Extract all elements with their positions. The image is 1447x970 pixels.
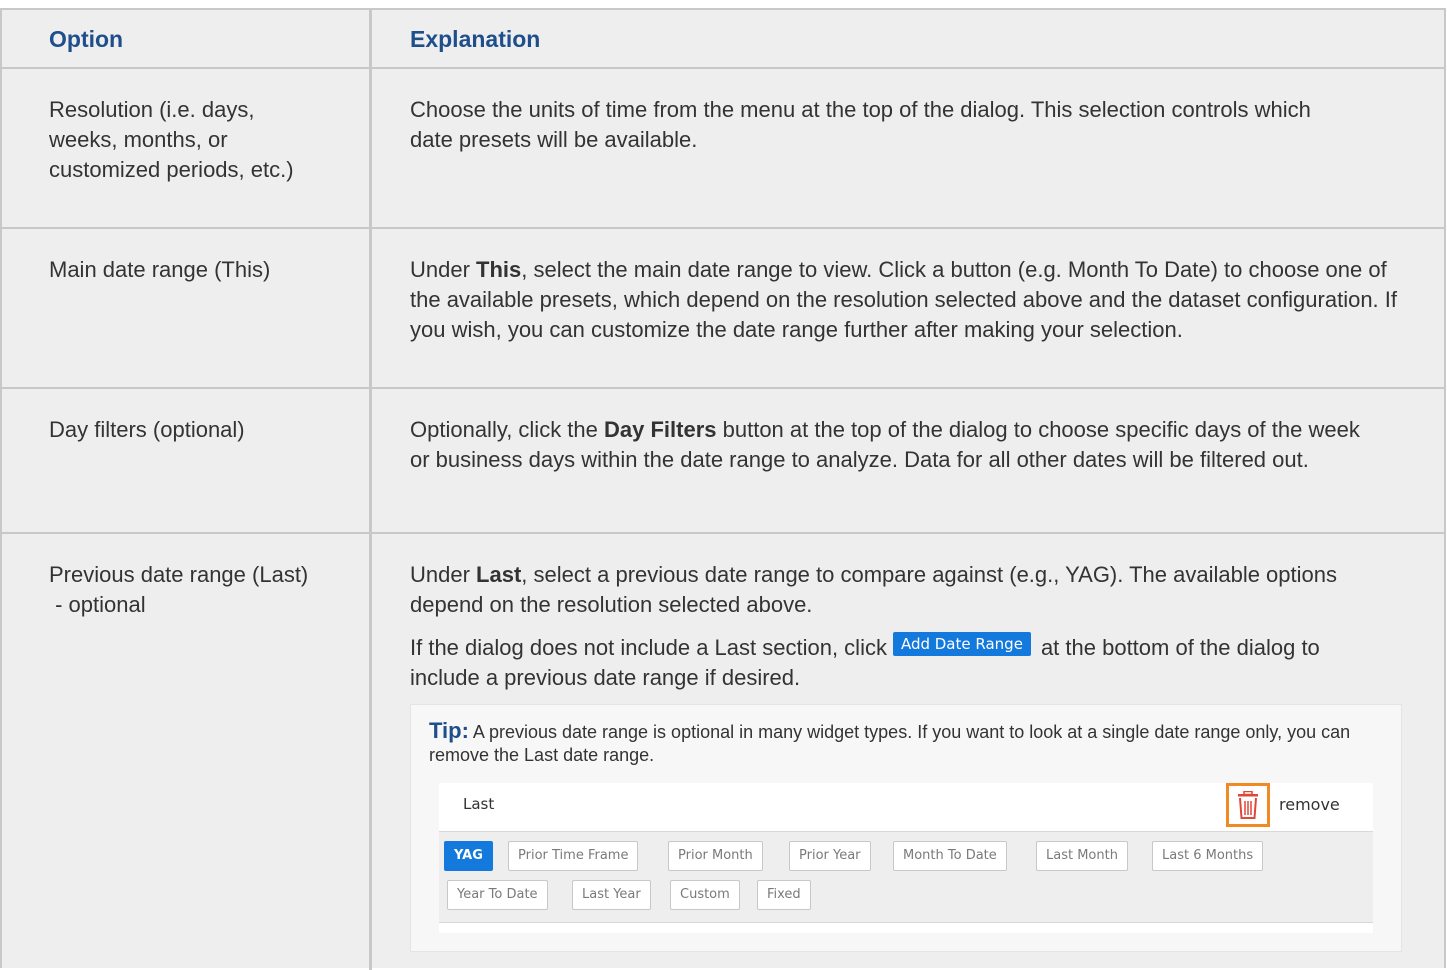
header-option: Option [49,26,124,52]
add-date-range-button[interactable]: Add Date Range [892,632,1031,656]
remove-highlight[interactable] [1226,783,1270,827]
options-table: Option Explanation Resolution (i.e. days… [0,8,1446,970]
preset-custom-button[interactable]: Custom [670,880,740,910]
explanation-previous-p1: Under Last, select a previous date range… [410,562,1337,617]
tip-label: Tip: [429,718,469,743]
option-previous-date-range: Previous date range (Last) - optional [49,560,309,620]
preset-prior-month-button[interactable]: Prior Month [668,841,763,871]
option-day-filters: Day filters (optional) [49,417,245,442]
option-resolution: Resolution (i.e. days, weeks, months, or… [49,97,294,182]
option-previous-line1: Previous date range (Last) [49,562,309,587]
preset-last-month-button[interactable]: Last Month [1036,841,1128,871]
explanation-day-filters: Optionally, click the Day Filters button… [410,417,1360,472]
preset-last-year-button[interactable]: Last Year [572,880,651,910]
last-section-screenshot: Last remove YAG Prior Time Frame Prior M… [439,783,1373,933]
preset-prior-time-frame-button[interactable]: Prior Time Frame [508,841,639,871]
explanation-previous-p2: If the dialog does not include a Last se… [410,632,1370,693]
preset-buttons-area: YAG Prior Time Frame Prior Month Prior Y… [439,831,1373,923]
table-row: Resolution (i.e. days, weeks, months, or… [2,69,1444,229]
explanation-resolution: Choose the units of time from the menu a… [410,97,1311,152]
preset-month-to-date-button[interactable]: Month To Date [893,841,1007,871]
header-explanation: Explanation [410,26,541,52]
trash-icon[interactable] [1237,791,1259,819]
preset-last-6-months-button[interactable]: Last 6 Months [1152,841,1264,871]
table-row: Day filters (optional) Optionally, click… [2,389,1444,534]
preset-year-to-date-button[interactable]: Year To Date [447,880,548,910]
explanation-main-date-range: Under This, select the main date range t… [410,257,1398,342]
explanation-previous-date-range: Under Last, select a previous date range… [410,560,1370,693]
option-main-date-range: Main date range (This) [49,257,271,282]
tip-text: Tip: A previous date range is optional i… [429,718,1351,765]
option-previous-line2: - optional [49,592,146,617]
last-section-label: Last [463,795,495,813]
table-header-row: Option Explanation [2,10,1444,69]
table-row: Main date range (This) Under This, selec… [2,229,1444,389]
tip-box: Tip: A previous date range is optional i… [410,704,1402,952]
remove-label[interactable]: remove [1279,795,1340,814]
preset-fixed-button[interactable]: Fixed [757,880,811,910]
preset-prior-year-button[interactable]: Prior Year [789,841,871,871]
preset-yag-button[interactable]: YAG [444,841,493,871]
